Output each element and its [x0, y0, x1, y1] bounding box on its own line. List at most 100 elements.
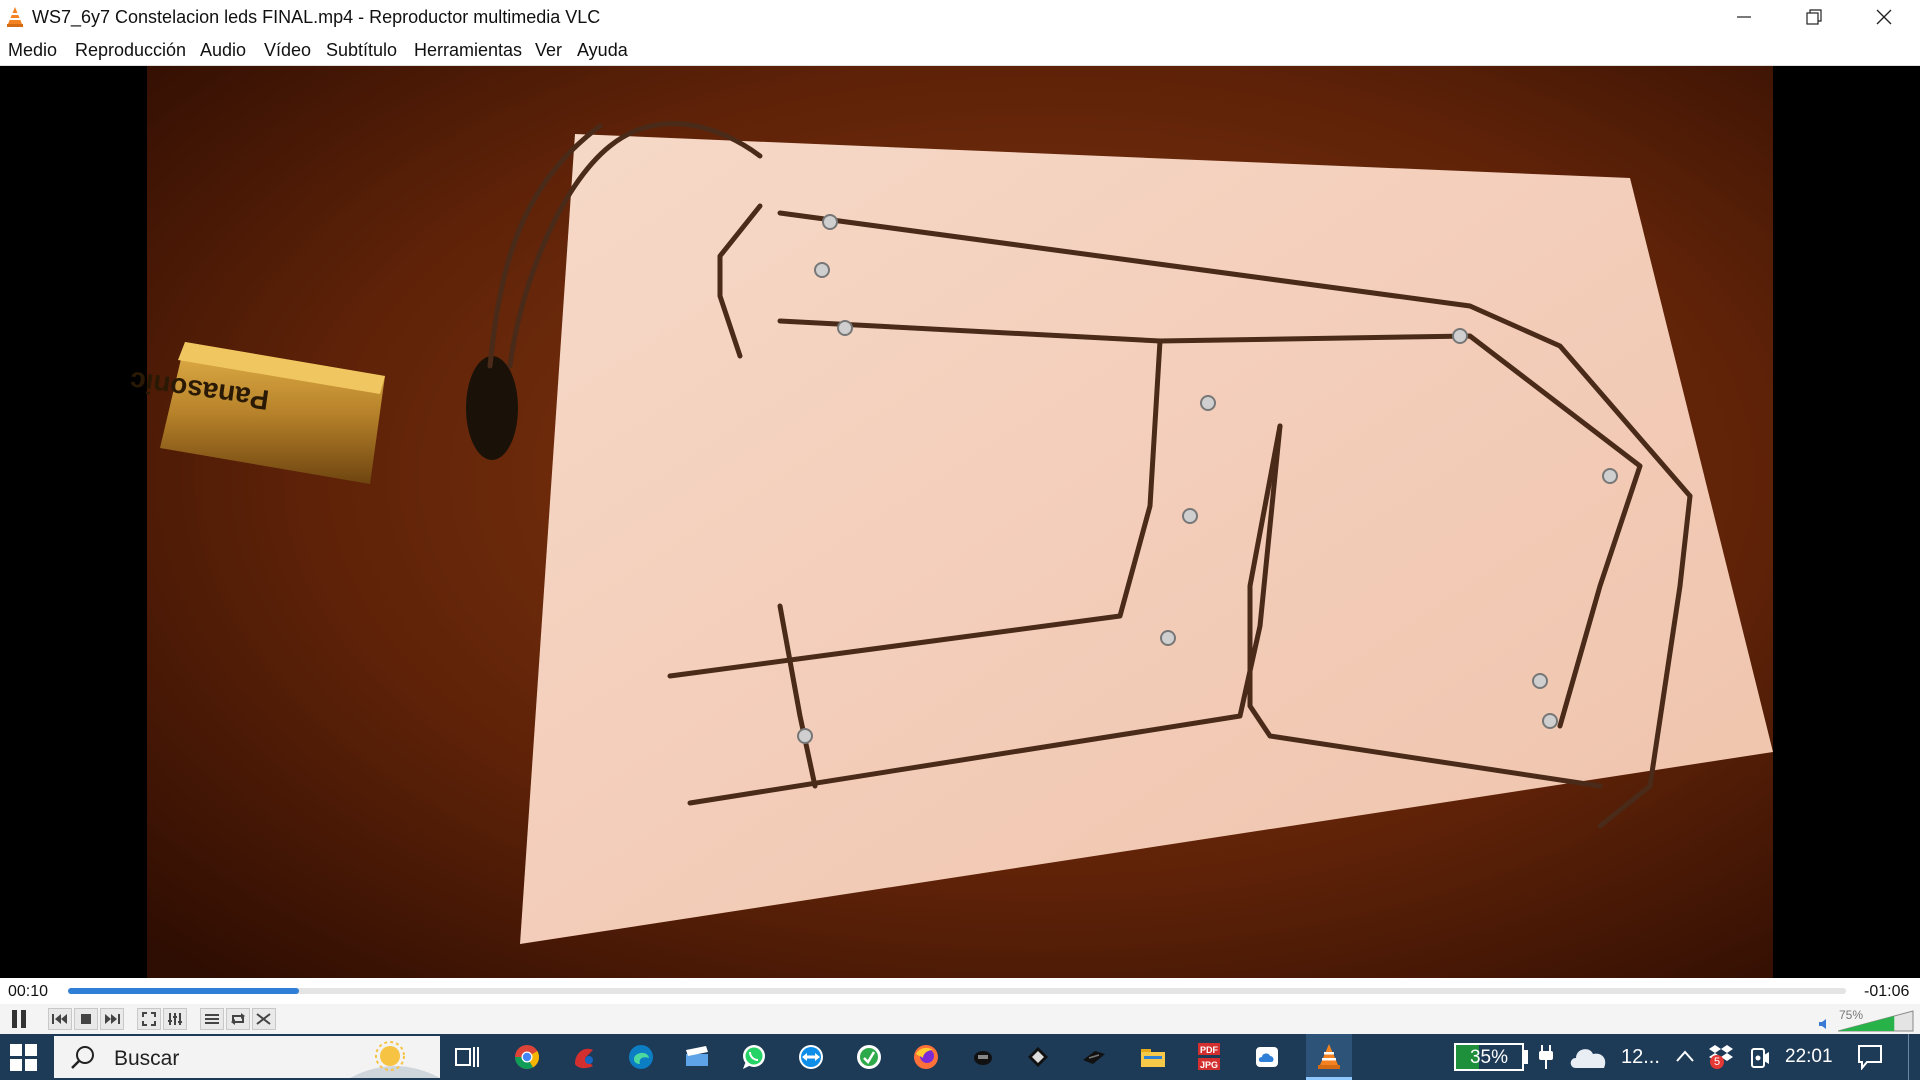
green-circle-app-icon [857, 1045, 881, 1069]
previous-button[interactable] [48, 1008, 72, 1030]
windows-taskbar: Buscar PDF JPG 35% 12... 5 22:01 [0, 1034, 1920, 1080]
red-app-taskbar-button[interactable] [567, 1040, 601, 1074]
show-desktop-button[interactable] [1908, 1034, 1909, 1080]
clock[interactable]: 22:01 [1785, 1046, 1833, 1068]
fullscreen-icon [142, 1012, 156, 1026]
cloud-app-icon [1256, 1047, 1278, 1067]
vlc-icon [1318, 1044, 1340, 1069]
video-display[interactable]: Panasonic [0, 66, 1920, 978]
jpg-icon-label: JPG [1200, 1060, 1218, 1070]
playlist-icon [205, 1014, 219, 1024]
menu-item-reproduccion[interactable]: Reproducción [75, 40, 186, 61]
chrome-icon [515, 1045, 540, 1070]
shuffle-icon [256, 1013, 271, 1025]
menu-item-subtitulo[interactable]: Subtítulo [326, 40, 397, 61]
green-app-taskbar-button[interactable] [852, 1040, 886, 1074]
windows-logo-icon [10, 1044, 37, 1071]
loop-icon [231, 1013, 245, 1025]
teamviewer-taskbar-button[interactable] [794, 1040, 828, 1074]
pause-button[interactable] [7, 1007, 31, 1031]
stop-icon [81, 1014, 91, 1024]
pdf-to-jpg-taskbar-button[interactable]: PDF JPG [1193, 1040, 1227, 1074]
pause-icon [12, 1010, 26, 1028]
seek-bar[interactable] [68, 988, 1846, 994]
battery-percent: 35% [1469, 1047, 1509, 1068]
vlc-taskbar-button[interactable] [1306, 1034, 1352, 1080]
remaining-time[interactable]: -01:06 [1864, 983, 1909, 1001]
fullscreen-button[interactable] [137, 1008, 161, 1030]
playback-controls: 75% [0, 1004, 1920, 1034]
elapsed-time: 00:10 [8, 983, 49, 1000]
dark-app-1-taskbar-button[interactable] [966, 1040, 1000, 1074]
window-title: WS7_6y7 Constelacion leds FINAL.mp4 - Re… [32, 7, 601, 27]
search-placeholder: Buscar [114, 1047, 180, 1070]
chrome-taskbar-button[interactable] [510, 1040, 544, 1074]
edge-icon [629, 1045, 653, 1069]
restore-icon [1806, 9, 1822, 25]
extended-settings-button[interactable] [163, 1008, 187, 1030]
dark-app-3-icon [1083, 1051, 1105, 1064]
equalizer-icon [168, 1013, 182, 1025]
dark-app-3-taskbar-button[interactable] [1077, 1040, 1111, 1074]
stop-button[interactable] [74, 1008, 98, 1030]
clapperboard-icon [686, 1046, 708, 1066]
dark-app-2-taskbar-button[interactable] [1021, 1040, 1055, 1074]
minimize-icon [1737, 16, 1751, 18]
chevron-up-icon[interactable] [1675, 1048, 1695, 1064]
task-view-icon [455, 1047, 479, 1067]
battery-clip [466, 356, 518, 460]
battery-tip [1524, 1050, 1528, 1064]
cloud-weather-icon[interactable] [1568, 1042, 1610, 1070]
dark-app-2-icon [1028, 1047, 1048, 1067]
teamviewer-icon [799, 1045, 823, 1069]
notification-badge: 5 [1710, 1055, 1724, 1069]
start-button[interactable] [10, 1044, 38, 1077]
folder-icon [1141, 1049, 1165, 1067]
seek-row: 00:10 -01:06 [0, 978, 1920, 1004]
shuffle-button[interactable] [252, 1008, 276, 1030]
close-icon [1876, 9, 1892, 25]
blue-app-taskbar-button[interactable] [680, 1040, 714, 1074]
battery-percent-widget[interactable]: 35% [1454, 1043, 1524, 1071]
video-frame: Panasonic [128, 66, 1773, 978]
edge-taskbar-button[interactable] [624, 1040, 658, 1074]
dropbox-tray-button[interactable]: 5 [1708, 1044, 1738, 1074]
playlist-button[interactable] [200, 1008, 224, 1030]
seek-progress [68, 988, 300, 994]
pdf-to-jpg-icon: PDF JPG [1198, 1043, 1220, 1070]
whatsapp-taskbar-button[interactable] [737, 1040, 771, 1074]
camera-icon[interactable] [1750, 1046, 1770, 1070]
search-icon [71, 1046, 94, 1069]
cloud-app-taskbar-button[interactable] [1250, 1040, 1284, 1074]
minimize-button[interactable] [1709, 0, 1779, 34]
menu-item-ver[interactable]: Ver [535, 40, 562, 61]
red-swirl-app-icon [575, 1048, 593, 1069]
speaker-icon[interactable] [1818, 1018, 1832, 1030]
action-center-icon[interactable] [1857, 1044, 1883, 1070]
restore-button[interactable] [1779, 0, 1849, 34]
menu-item-video[interactable]: Vídeo [264, 40, 311, 61]
firefox-icon [914, 1045, 938, 1069]
taskbar-search-box[interactable]: Buscar [54, 1036, 440, 1078]
next-icon [105, 1014, 120, 1024]
menu-item-herramientas[interactable]: Herramientas [414, 40, 522, 61]
pdf-icon-label: PDF [1200, 1045, 1219, 1055]
previous-icon [52, 1014, 67, 1024]
menu-item-medio[interactable]: Medio [8, 40, 57, 61]
next-button[interactable] [100, 1008, 124, 1030]
task-view-button[interactable] [450, 1040, 484, 1074]
loop-button[interactable] [226, 1008, 250, 1030]
power-plug-icon[interactable] [1536, 1044, 1556, 1070]
whatsapp-icon [743, 1045, 765, 1069]
dark-app-1-icon [974, 1051, 992, 1065]
menu-item-ayuda[interactable]: Ayuda [577, 40, 628, 61]
firefox-taskbar-button[interactable] [909, 1040, 943, 1074]
close-button[interactable] [1849, 0, 1919, 34]
weather-temperature[interactable]: 12... [1621, 1046, 1660, 1069]
file-explorer-taskbar-button[interactable] [1136, 1040, 1170, 1074]
vlc-app-icon [7, 7, 23, 27]
menu-item-audio[interactable]: Audio [200, 40, 246, 61]
volume-slider[interactable] [1838, 1010, 1914, 1032]
title-bar: WS7_6y7 Constelacion leds FINAL.mp4 - Re… [0, 0, 1920, 34]
menu-bar: Medio Reproducción Audio Vídeo Subtítulo… [0, 34, 1920, 66]
